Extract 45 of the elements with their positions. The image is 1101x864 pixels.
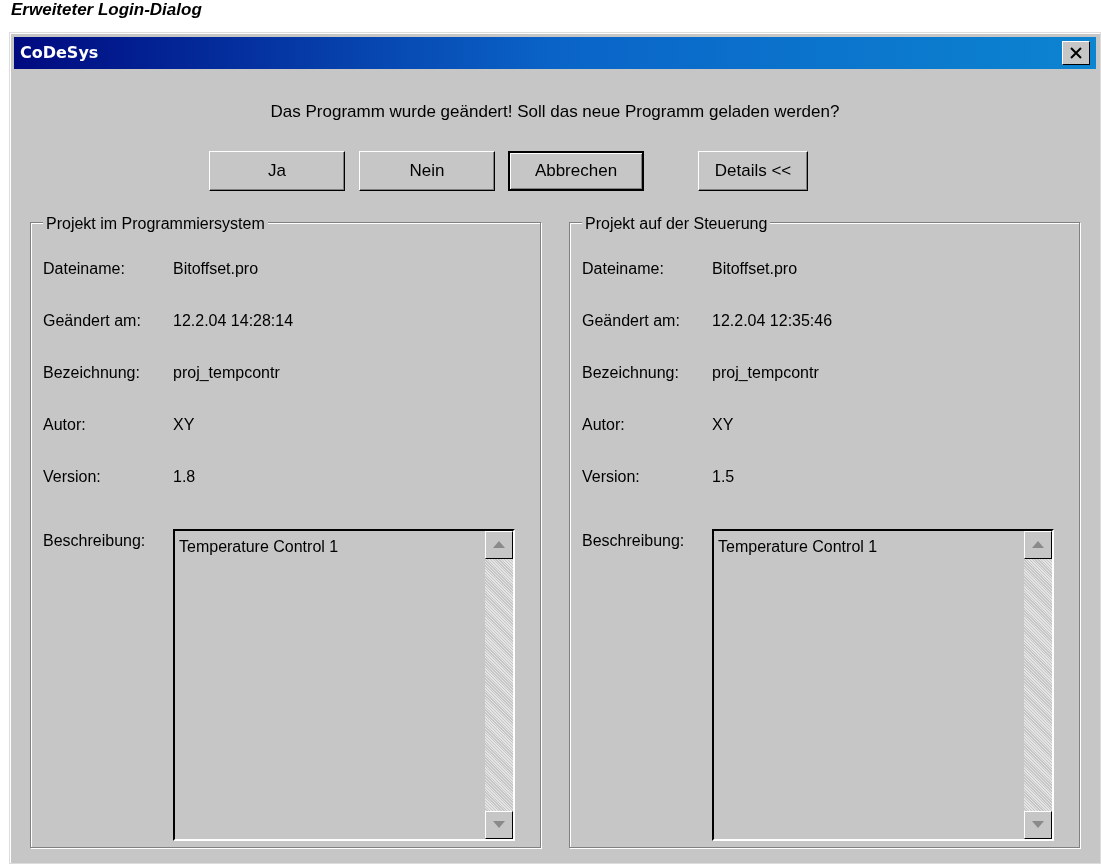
scroll-up-button[interactable] [1024,530,1052,559]
dialog-button[interactable]: Abbrechen [508,150,644,191]
close-button[interactable] [1062,41,1090,65]
scroll-up-button[interactable] [485,530,513,559]
field-label: Version: [43,466,102,487]
field-label: Beschreibung: [582,530,686,551]
field-label: Geändert am: [582,310,681,331]
field-label: Bezeichnung: [582,362,680,383]
down-arrow-icon [1032,821,1044,828]
message-text: Das Programm wurde geändert! Soll das neue Programm geladen werden? [270,102,840,121]
field-label: Bezeichnung: [43,362,141,383]
dialog-button[interactable]: Ja [209,150,345,191]
field-value: 1.8 [173,466,196,487]
page-caption: Erweiteter Login-Dialog [10,0,203,21]
field-label: Version: [582,466,641,487]
dialog-button[interactable]: Nein [359,150,495,191]
field-value: 12.2.04 12:35:46 [712,310,833,331]
up-arrow-icon [1032,541,1044,548]
description-textbox[interactable]: Temperature Control 1 [173,528,515,841]
dialog-button[interactable]: Details << [698,150,808,191]
field-label: Dateiname: [43,258,126,279]
field-value: proj_tempcontr [712,362,819,383]
field-value: 1.5 [712,466,735,487]
window-title: CoDeSys [20,42,99,64]
scrollbar[interactable] [485,530,513,839]
field-label: Beschreibung: [43,530,147,551]
up-arrow-icon [493,541,505,548]
field-label: Dateiname: [582,258,665,279]
field-value: 12.2.04 14:28:14 [173,310,294,331]
down-arrow-icon [493,821,505,828]
close-icon [1070,47,1082,59]
field-label: Autor: [582,414,626,435]
description-text: Temperature Control 1 [178,536,340,557]
scroll-down-button[interactable] [1024,810,1052,839]
description-textbox[interactable]: Temperature Control 1 [712,528,1054,841]
description-text: Temperature Control 1 [717,536,879,557]
field-label: Autor: [43,414,87,435]
field-value: XY [712,414,734,435]
scroll-down-button[interactable] [485,810,513,839]
field-value: Bitoffset.pro [712,258,798,279]
field-value: proj_tempcontr [173,362,280,383]
field-value: Bitoffset.pro [173,258,259,279]
field-value: XY [173,414,195,435]
field-label: Geändert am: [43,310,142,331]
scrollbar[interactable] [1024,530,1052,839]
